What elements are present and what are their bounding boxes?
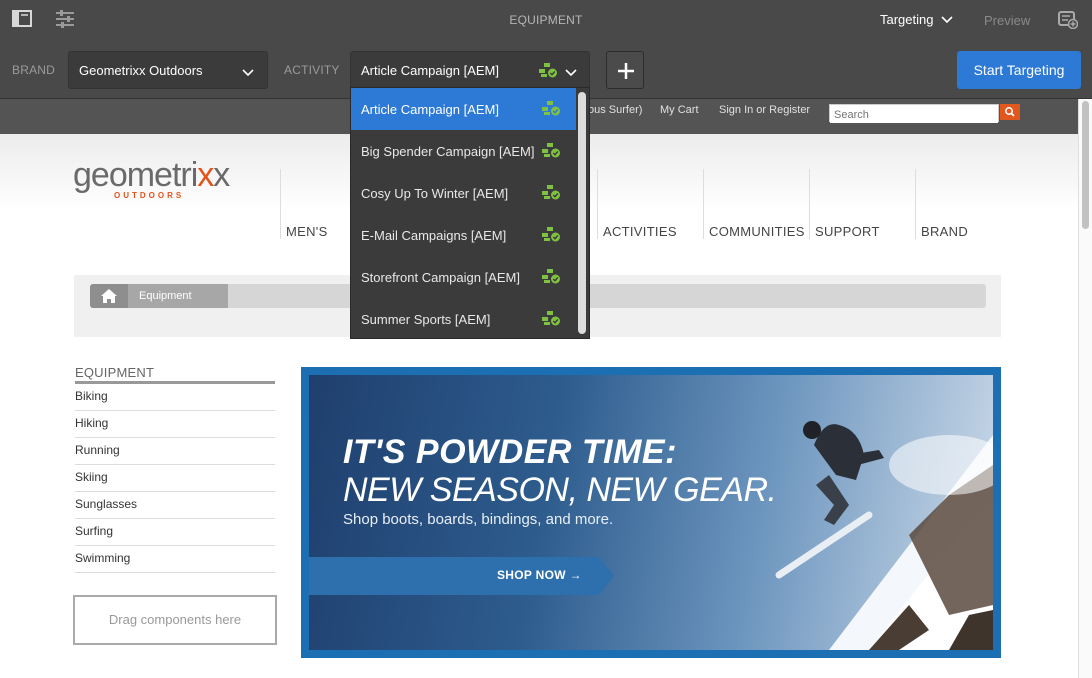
component-drop-zone[interactable]: Drag components here (73, 595, 277, 645)
aem-activity-icon (541, 142, 561, 161)
start-targeting-button[interactable]: Start Targeting (957, 51, 1081, 89)
sidebar-item-skiing[interactable]: Skiing (75, 465, 275, 492)
hero-subheadline: NEW SEASON, NEW GEAR. (343, 471, 777, 509)
breadcrumb-home[interactable] (90, 284, 128, 308)
activity-select[interactable]: Article Campaign [AEM] (350, 51, 590, 89)
chevron-down-icon (565, 65, 577, 80)
sidebar-item-biking[interactable]: Biking (75, 384, 275, 411)
nav-item-communities[interactable]: COMMUNITIES (703, 169, 809, 239)
site-logo-tagline: OUTDOORS (114, 191, 185, 200)
shop-now-label: SHOP NOW → (497, 568, 582, 582)
annotate-icon[interactable] (1058, 11, 1079, 34)
activity-option-cosy-up-to-winter[interactable]: Cosy Up To Winter [AEM] (351, 172, 576, 214)
activity-dropdown-list: Article Campaign [AEM] Big Spender Campa… (350, 87, 590, 339)
signin-link[interactable]: Sign In or Register (719, 104, 810, 116)
aem-activity-icon (541, 100, 561, 119)
surfer-link[interactable]: ous Surfer) (588, 104, 642, 116)
nav-item-brand[interactable]: BRAND (915, 169, 1021, 239)
shop-now-button[interactable]: SHOP NOW → (309, 557, 614, 595)
activity-option-summer-sports[interactable]: Summer Sports [AEM] (351, 298, 576, 340)
hero-headline: IT'S POWDER TIME: (343, 433, 677, 471)
sidebar-category-list: Biking Hiking Running Skiing Sunglasses … (75, 384, 275, 573)
page-scrollbar-thumb[interactable] (1082, 101, 1089, 229)
aem-activity-icon (538, 62, 558, 81)
aem-activity-icon (541, 184, 561, 203)
add-activity-button[interactable] (606, 51, 644, 89)
sidebar-title: EQUIPMENT (75, 365, 275, 384)
chevron-down-icon (242, 65, 254, 80)
activity-option-label: Cosy Up To Winter [AEM] (361, 186, 509, 201)
page-scrollbar[interactable] (1078, 99, 1092, 678)
home-icon (101, 289, 117, 303)
activity-option-big-spender[interactable]: Big Spender Campaign [AEM] (351, 130, 576, 172)
search-icon (1005, 107, 1015, 117)
activity-option-label: Summer Sports [AEM] (361, 312, 491, 327)
activity-option-label: Article Campaign [AEM] (361, 102, 499, 117)
brand-select-value: Geometrixx Outdoors (79, 63, 203, 78)
brand-label: BRAND (12, 63, 56, 77)
mode-selector[interactable]: Targeting (880, 12, 954, 27)
hero-body: Shop boots, boards, bindings, and more. (343, 511, 614, 528)
activity-option-article-campaign[interactable]: Article Campaign [AEM] (351, 88, 576, 130)
dropdown-scrollbar[interactable] (578, 92, 586, 334)
nav-item-activities[interactable]: ACTIVITIES (597, 169, 703, 239)
site-search-button[interactable] (1000, 104, 1020, 120)
editor-top-bar: EQUIPMENT Targeting Preview (0, 0, 1092, 42)
search-input[interactable] (830, 107, 998, 123)
aem-activity-icon (541, 310, 561, 329)
activity-option-label: Storefront Campaign [AEM] (361, 270, 520, 285)
activity-option-email-campaigns[interactable]: E-Mail Campaigns [AEM] (351, 214, 576, 256)
preview-button[interactable]: Preview (984, 13, 1030, 28)
activity-label: ACTIVITY (284, 63, 340, 77)
sidebar-item-swimming[interactable]: Swimming (75, 546, 275, 573)
site-logo[interactable]: geometrixx (73, 156, 230, 195)
chevron-down-icon (941, 12, 954, 27)
activity-select-value: Article Campaign [AEM] (361, 63, 499, 78)
cart-link[interactable]: My Cart (660, 104, 699, 116)
hero-image: IT'S POWDER TIME: NEW SEASON, NEW GEAR. … (309, 375, 993, 650)
sidebar-item-running[interactable]: Running (75, 438, 275, 465)
brand-select[interactable]: Geometrixx Outdoors (68, 51, 268, 89)
aem-activity-icon (541, 268, 561, 287)
mode-label: Targeting (880, 12, 934, 27)
breadcrumb-current: Equipment (128, 284, 228, 308)
activity-option-label: Big Spender Campaign [AEM] (361, 144, 535, 159)
aem-activity-icon (541, 226, 561, 245)
sidebar-item-sunglasses[interactable]: Sunglasses (75, 492, 275, 519)
nav-item-support[interactable]: SUPPORT (809, 169, 915, 239)
activity-option-storefront-campaign[interactable]: Storefront Campaign [AEM] (351, 256, 576, 298)
activity-option-label: E-Mail Campaigns [AEM] (361, 228, 507, 243)
hero-banner[interactable]: IT'S POWDER TIME: NEW SEASON, NEW GEAR. … (301, 367, 1001, 658)
plus-icon (618, 63, 634, 79)
sidebar-item-surfing[interactable]: Surfing (75, 519, 275, 546)
sidebar-item-hiking[interactable]: Hiking (75, 411, 275, 438)
site-search-field[interactable] (829, 104, 999, 123)
